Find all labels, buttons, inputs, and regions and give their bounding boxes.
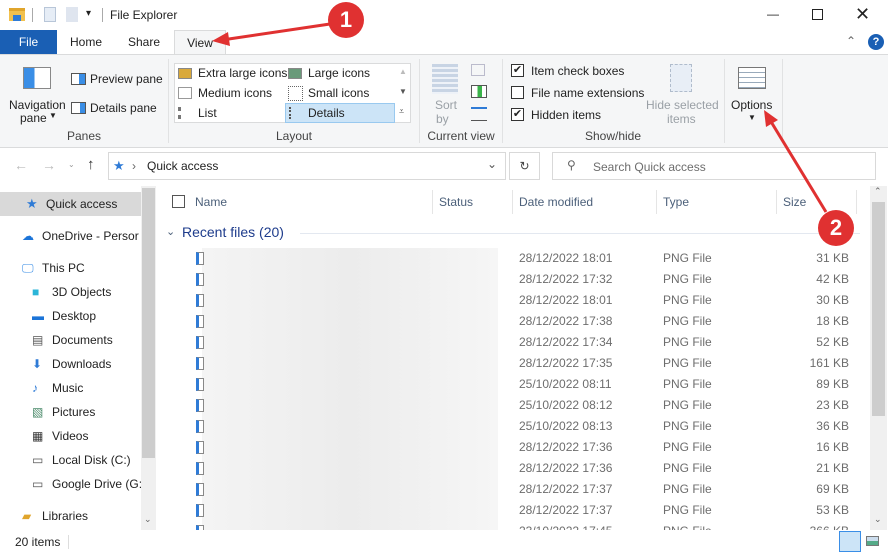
annotation-arrow-1 [221,22,331,42]
annotation-badge-1: 1 [328,2,364,38]
annotation-arrow-2 [768,119,828,213]
annotation-layer [212,22,828,213]
annotation-badge-2: 2 [818,210,854,246]
annotation-arrowhead-1 [212,32,230,46]
